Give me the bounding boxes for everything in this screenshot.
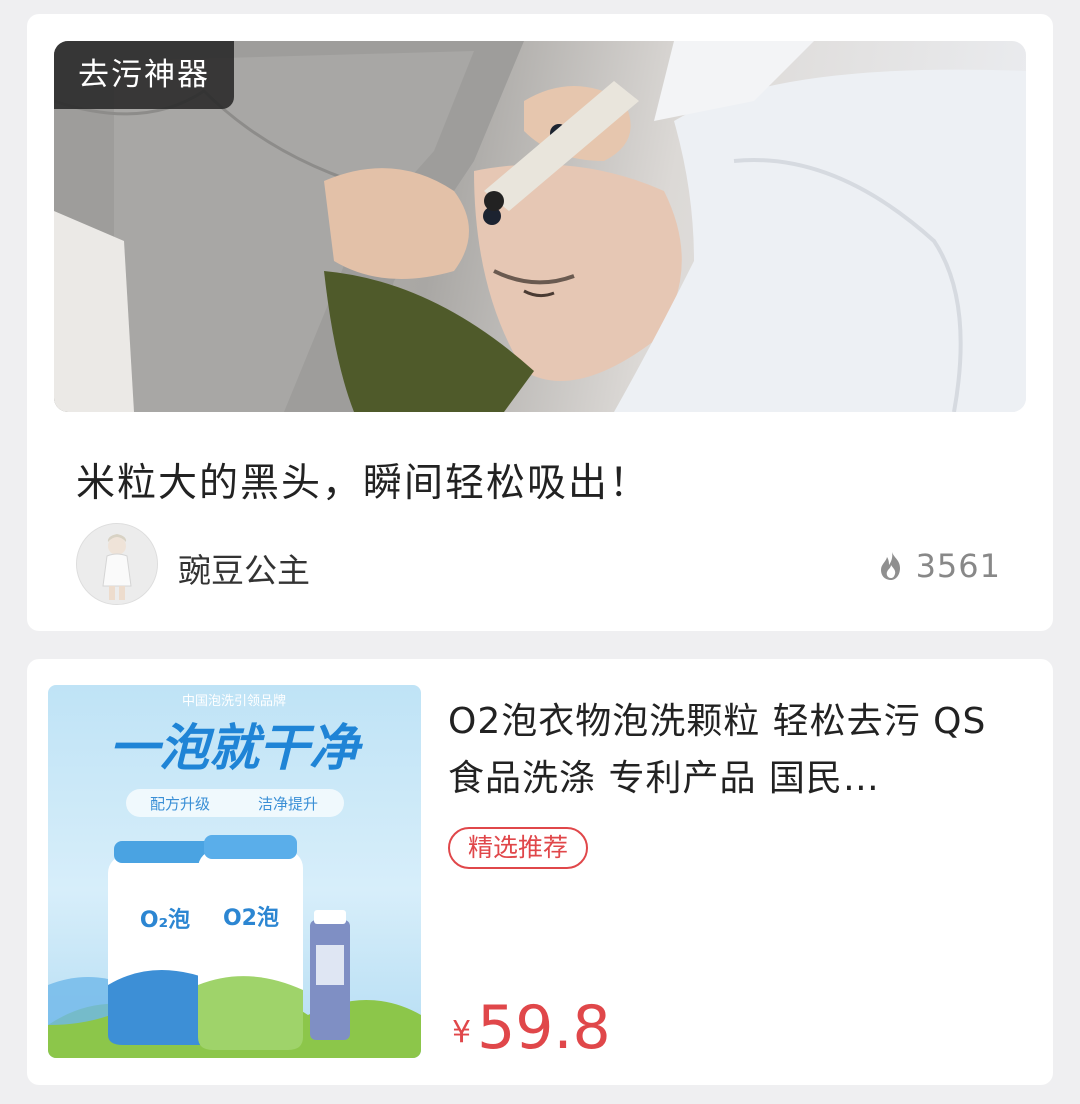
article-tag: 去污神器 [54, 41, 234, 109]
article-title[interactable]: 米粒大的黑头，瞬间轻松吸出！ [76, 452, 650, 508]
view-count: 3561 [878, 547, 1001, 585]
author-name[interactable]: 豌豆公主 [178, 544, 310, 592]
feed: 去污神器 米粒大的黑头，瞬间轻松吸出！ 豌豆公主 3561 中国泡洗引领品牌 一… [0, 0, 1080, 1104]
article-card[interactable]: 去污神器 米粒大的黑头，瞬间轻松吸出！ 豌豆公主 3561 [27, 14, 1053, 631]
product-title[interactable]: O2泡衣物泡洗颗粒 轻松去污 QS食品洗涤 专利产品 国民… [448, 693, 1008, 807]
product-price: ¥59.8 [452, 993, 611, 1063]
article-cover-image[interactable]: 去污神器 [54, 41, 1026, 412]
avatar-image [77, 524, 157, 604]
product-image-sub-left: 配方升级 [150, 795, 210, 813]
product-image-pkg-logo: O2泡 [223, 905, 279, 931]
view-count-value: 3561 [915, 547, 1001, 585]
product-card[interactable]: 中国泡洗引领品牌 一泡就干净 配方升级 洁净提升 O₂泡 O2泡 O2泡衣物泡洗… [27, 659, 1053, 1085]
product-illustration: 中国泡洗引领品牌 一泡就干净 配方升级 洁净提升 O₂泡 O2泡 [48, 693, 421, 1058]
product-image-brand-line: 中国泡洗引领品牌 [182, 693, 286, 709]
product-image-sub-right: 洁净提升 [258, 795, 318, 813]
price-value: 59.8 [477, 993, 611, 1063]
svg-text:O₂泡: O₂泡 [140, 907, 190, 933]
currency-symbol: ¥ [452, 1015, 472, 1050]
product-image[interactable]: 中国泡洗引领品牌 一泡就干净 配方升级 洁净提升 O₂泡 O2泡 [48, 685, 421, 1058]
flame-icon [880, 552, 900, 580]
recommend-badge: 精选推荐 [448, 827, 589, 869]
product-image-slogan: 一泡就干净 [109, 719, 364, 777]
author-avatar[interactable] [76, 523, 158, 605]
